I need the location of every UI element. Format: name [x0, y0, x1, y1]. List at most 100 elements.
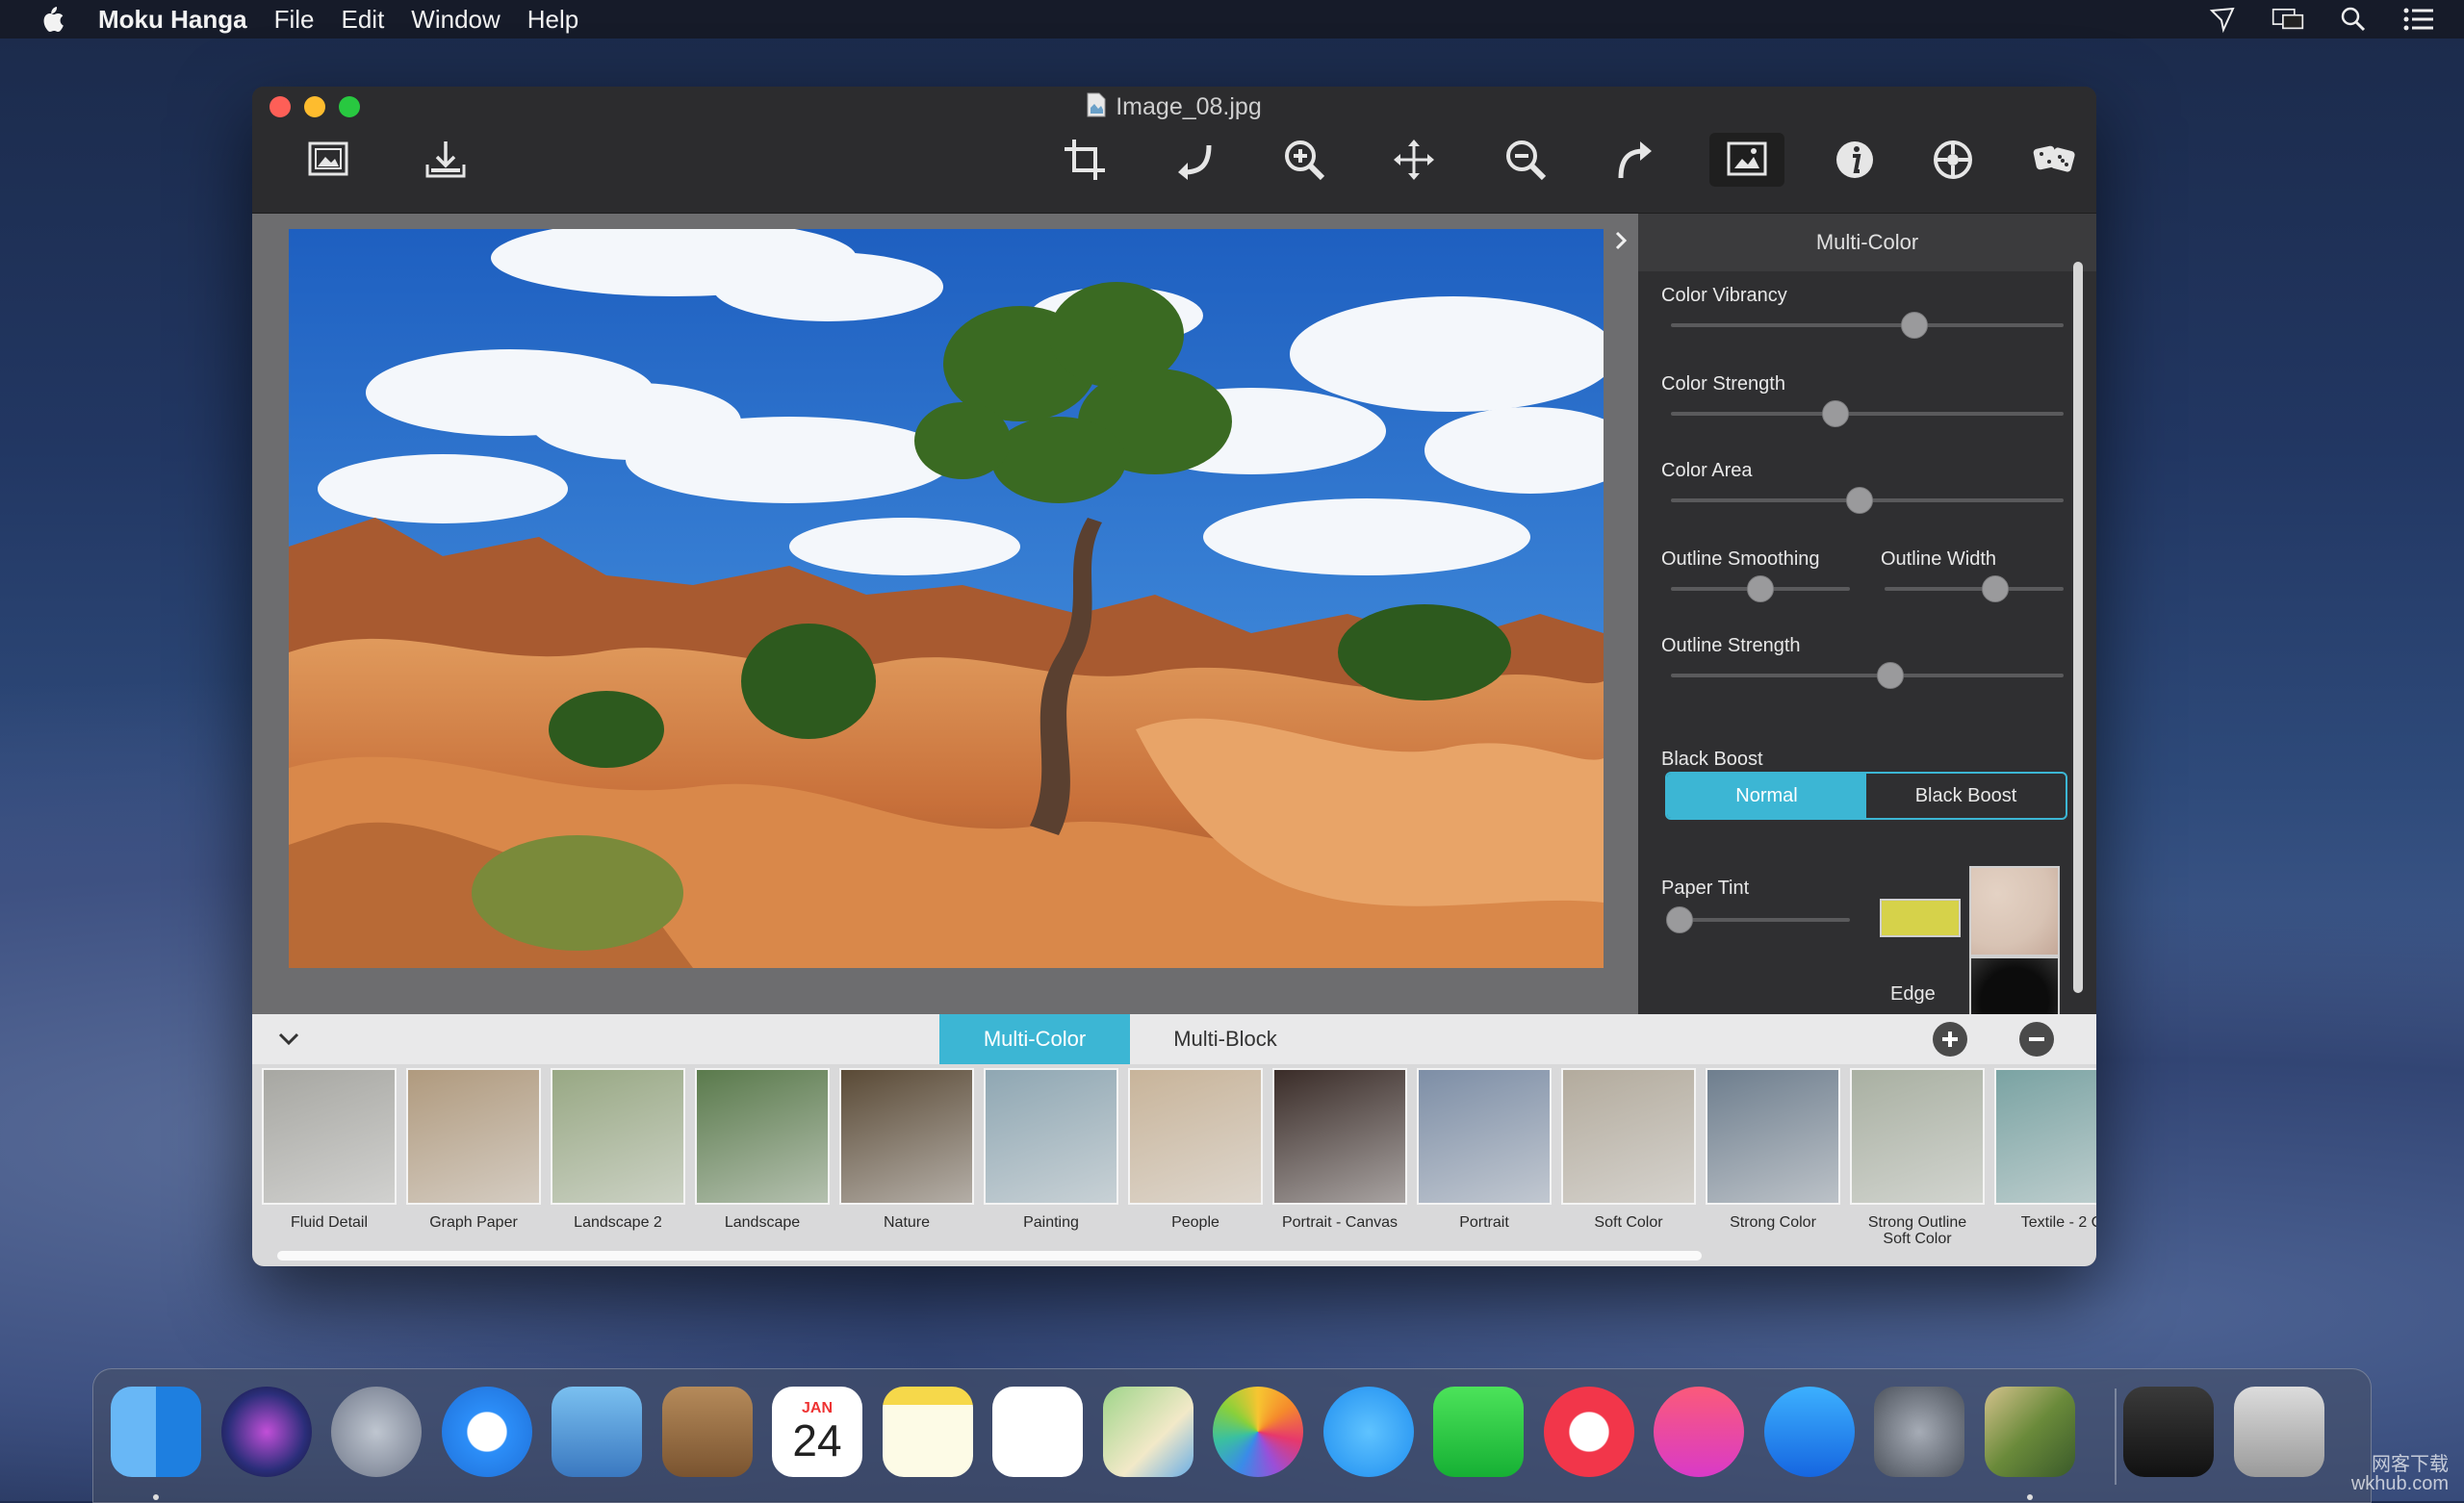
app-store-icon[interactable] — [1763, 1387, 1855, 1477]
compare-view-button[interactable] — [1709, 133, 1784, 187]
mail-icon[interactable] — [552, 1387, 642, 1477]
tab-multi-color[interactable]: Multi-Color — [939, 1014, 1130, 1064]
preview-image[interactable] — [289, 229, 1604, 968]
preset-item[interactable]: Landscape — [695, 1068, 830, 1231]
siri-icon[interactable] — [220, 1387, 312, 1477]
menu-window[interactable]: Window — [411, 5, 500, 35]
export-button[interactable] — [408, 133, 483, 187]
spotlight-search-icon[interactable] — [2337, 3, 2370, 36]
crop-button[interactable] — [1047, 133, 1122, 187]
preset-item[interactable]: Landscape 2 — [551, 1068, 685, 1231]
black-boost-option[interactable]: Black Boost — [1866, 774, 2066, 818]
running-indicator — [2026, 1494, 2033, 1500]
slider-knob[interactable] — [1982, 575, 2010, 602]
menu-edit[interactable]: Edit — [341, 5, 384, 35]
plus-icon — [1942, 1032, 1958, 1047]
preset-item[interactable]: Portrait — [1417, 1068, 1552, 1231]
preset-thumbnail — [1128, 1068, 1263, 1205]
preset-label: Painting — [1023, 1214, 1079, 1231]
preset-item[interactable]: Graph Paper — [406, 1068, 541, 1231]
color-vibrancy-label: Color Vibrancy — [1661, 285, 1787, 306]
info-button[interactable] — [1817, 133, 1892, 187]
preset-scrollbar[interactable] — [277, 1251, 1702, 1261]
collapse-presets-button[interactable] — [273, 1024, 304, 1055]
app-window: Image_08.jpg Multi-Color Color Vibrancy … — [252, 87, 2096, 1266]
slider-knob[interactable] — [1822, 400, 1850, 427]
preset-item[interactable]: Strong Color — [1706, 1068, 1840, 1231]
outline-width-slider[interactable] — [1885, 575, 2064, 602]
trash-icon[interactable] — [2233, 1387, 2324, 1477]
preset-item[interactable]: Nature — [839, 1068, 974, 1231]
normal-option[interactable]: Normal — [1667, 774, 1866, 818]
photos-icon[interactable] — [1213, 1387, 1303, 1477]
pan-button[interactable] — [1376, 133, 1451, 187]
preset-item[interactable]: Painting — [984, 1068, 1118, 1231]
preset-label: Strong Outline Soft Color — [1867, 1214, 1967, 1247]
downloads-icon[interactable] — [2123, 1387, 2214, 1477]
contacts-icon[interactable] — [661, 1387, 753, 1477]
paper-tint-slider[interactable] — [1666, 906, 1850, 933]
watermark-line2: wkhub.com — [2350, 1473, 2449, 1494]
slider-knob[interactable] — [1845, 487, 1873, 514]
location-arrow-icon[interactable] — [2206, 3, 2239, 36]
rotate-left-icon — [1178, 144, 1212, 180]
image-canvas-area[interactable] — [252, 214, 1638, 1014]
preset-item[interactable]: Textile - 2 C — [1994, 1068, 2096, 1231]
title-bar: Image_08.jpg — [252, 87, 2096, 214]
display-mirroring-icon[interactable] — [2272, 3, 2304, 36]
outline-smoothing-slider[interactable] — [1671, 575, 1850, 602]
preset-thumbnail — [1994, 1068, 2096, 1205]
add-preset-button[interactable] — [1933, 1022, 1967, 1057]
color-strength-slider[interactable] — [1671, 400, 2064, 427]
notification-center-icon[interactable] — [2402, 3, 2435, 36]
system-preferences-icon[interactable] — [1874, 1387, 1964, 1477]
paper-texture-swatch[interactable] — [1969, 866, 2060, 956]
maps-icon[interactable] — [1102, 1387, 1194, 1477]
finder-icon[interactable] — [111, 1387, 201, 1477]
music-icon[interactable] — [1654, 1387, 1744, 1477]
menu-file[interactable]: File — [274, 5, 315, 35]
rotate-right-button[interactable] — [1598, 133, 1673, 187]
moku-hanga-icon[interactable] — [1984, 1387, 2075, 1477]
zoom-in-button[interactable] — [1267, 133, 1342, 187]
news-icon[interactable] — [1543, 1387, 1634, 1477]
preset-thumbnail — [406, 1068, 541, 1205]
calendar-icon[interactable]: JAN 24 — [772, 1387, 862, 1477]
remove-preset-button[interactable] — [2019, 1022, 2054, 1057]
app-name-menu[interactable]: Moku Hanga — [98, 5, 247, 35]
preset-item[interactable]: Portrait - Canvas — [1272, 1068, 1407, 1231]
settings-button[interactable] — [1915, 133, 1990, 187]
calendar-day: 24 — [792, 1415, 842, 1465]
slider-knob[interactable] — [1877, 662, 1905, 689]
safari-icon[interactable] — [441, 1387, 532, 1477]
menu-help[interactable]: Help — [527, 5, 578, 35]
slider-knob[interactable] — [1747, 575, 1774, 602]
tab-multi-block[interactable]: Multi-Block — [1130, 1014, 1321, 1064]
outline-strength-slider[interactable] — [1671, 662, 2064, 689]
reminders-icon[interactable] — [992, 1387, 1083, 1477]
collapse-panel-button[interactable] — [1604, 223, 1638, 258]
preset-item[interactable]: Fluid Detail — [262, 1068, 397, 1231]
tint-color-swatch[interactable] — [1880, 899, 1961, 937]
color-area-slider[interactable] — [1671, 487, 2064, 514]
randomize-button[interactable] — [2017, 133, 2092, 187]
panel-scrollbar[interactable] — [2073, 262, 2083, 993]
preset-item[interactable]: People — [1128, 1068, 1263, 1231]
preset-item[interactable]: Soft Color — [1561, 1068, 1696, 1231]
slider-knob[interactable] — [1900, 312, 1928, 339]
edge-label: Edge — [1890, 983, 1936, 1005]
preset-thumbnail — [1272, 1068, 1407, 1205]
notes-icon[interactable] — [882, 1387, 973, 1477]
slider-knob[interactable] — [1666, 906, 1694, 933]
preset-item[interactable]: Strong Outline Soft Color — [1850, 1068, 1985, 1247]
color-strength-label: Color Strength — [1661, 373, 1785, 395]
color-vibrancy-slider[interactable] — [1671, 312, 2064, 339]
facetime-icon[interactable] — [1433, 1387, 1524, 1477]
launchpad-icon[interactable] — [331, 1387, 422, 1477]
rotate-left-button[interactable] — [1157, 133, 1232, 187]
apple-menu-icon[interactable] — [29, 0, 75, 38]
open-image-button[interactable] — [291, 133, 366, 187]
messages-icon[interactable] — [1322, 1387, 1414, 1477]
zoom-out-button[interactable] — [1488, 133, 1563, 187]
preset-label: Soft Color — [1594, 1214, 1663, 1231]
